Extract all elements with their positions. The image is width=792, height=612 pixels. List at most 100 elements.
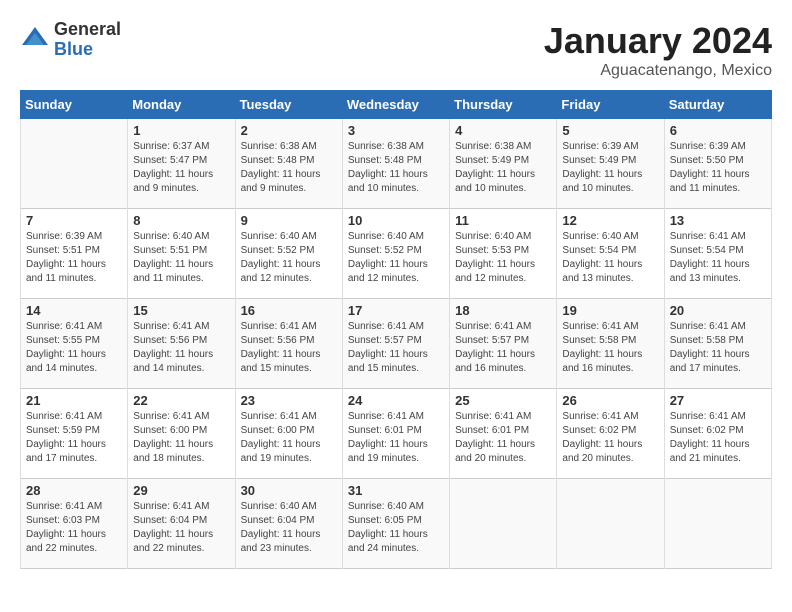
calendar-cell: 23Sunrise: 6:41 AMSunset: 6:00 PMDayligh… <box>235 389 342 479</box>
day-number: 13 <box>670 213 766 228</box>
weekday-header-row: SundayMondayTuesdayWednesdayThursdayFrid… <box>21 91 772 119</box>
day-number: 3 <box>348 123 444 138</box>
day-info: Sunrise: 6:41 AMSunset: 6:01 PMDaylight:… <box>348 410 444 466</box>
day-info: Sunrise: 6:40 AMSunset: 6:05 PMDaylight:… <box>348 500 444 556</box>
day-info: Sunrise: 6:41 AMSunset: 5:54 PMDaylight:… <box>670 230 766 286</box>
day-info: Sunrise: 6:37 AMSunset: 5:47 PMDaylight:… <box>133 140 229 196</box>
day-number: 9 <box>241 213 337 228</box>
calendar-cell: 22 Sunrise: 6:41 AMSunset: 6:00 PMDayligh… <box>128 389 235 479</box>
day-info: Sunrise: 6:41 AMSunset: 6:02 PMDaylight:… <box>562 410 658 466</box>
day-number: 26 <box>562 393 658 408</box>
calendar-cell: 7 Sunrise: 6:39 AMSunset: 5:51 PMDaylight… <box>21 209 128 299</box>
header-saturday: Saturday <box>664 91 771 119</box>
day-info: Sunrise: 6:38 AMSunset: 5:49 PMDaylight:… <box>455 140 551 196</box>
calendar-cell: 26 Sunrise: 6:41 AMSunset: 6:02 PMDayligh… <box>557 389 664 479</box>
calendar-cell <box>557 479 664 569</box>
calendar-week-row: 28Sunrise: 6:41 AMSunset: 6:03 PMDayligh… <box>21 479 772 569</box>
calendar-cell: 18 Sunrise: 6:41 AMSunset: 5:57 PMDayligh… <box>450 299 557 389</box>
calendar-week-row: 7 Sunrise: 6:39 AMSunset: 5:51 PMDaylight… <box>21 209 772 299</box>
day-info: Sunrise: 6:38 AMSunset: 5:48 PMDaylight:… <box>241 140 337 196</box>
title-block: January 2024 Aguacatenango, Mexico <box>544 20 772 80</box>
page-header: General Blue January 2024 Aguacatenango,… <box>20 20 772 80</box>
calendar-cell: 14 Sunrise: 6:41 AMSunset: 5:55 PMDayligh… <box>21 299 128 389</box>
day-number: 14 <box>26 303 122 318</box>
day-info: Sunrise: 6:41 AMSunset: 5:58 PMDaylight:… <box>562 320 658 376</box>
calendar-cell: 10 Sunrise: 6:40 AMSunset: 5:52 PMDayligh… <box>342 209 449 299</box>
day-number: 23 <box>241 393 337 408</box>
header-wednesday: Wednesday <box>342 91 449 119</box>
day-number: 30 <box>241 483 337 498</box>
day-info: Sunrise: 6:40 AMSunset: 6:04 PMDaylight:… <box>241 500 337 556</box>
day-info: Sunrise: 6:39 AMSunset: 5:51 PMDaylight:… <box>26 230 122 286</box>
day-number: 25 <box>455 393 551 408</box>
day-number: 7 <box>26 213 122 228</box>
day-number: 19 <box>562 303 658 318</box>
day-number: 22 <box>133 393 229 408</box>
day-number: 24 <box>348 393 444 408</box>
day-info: Sunrise: 6:40 AMSunset: 5:54 PMDaylight:… <box>562 230 658 286</box>
day-number: 20 <box>670 303 766 318</box>
calendar-cell: 20 Sunrise: 6:41 AMSunset: 5:58 PMDayligh… <box>664 299 771 389</box>
day-info: Sunrise: 6:41 AMSunset: 6:00 PMDaylight:… <box>133 410 229 466</box>
day-info: Sunrise: 6:40 AMSunset: 5:53 PMDaylight:… <box>455 230 551 286</box>
day-info: Sunrise: 6:41 AMSunset: 5:58 PMDaylight:… <box>670 320 766 376</box>
calendar-table: SundayMondayTuesdayWednesdayThursdayFrid… <box>20 90 772 569</box>
location: Aguacatenango, Mexico <box>544 62 772 80</box>
month-title: January 2024 <box>544 20 772 62</box>
calendar-cell: 17 Sunrise: 6:41 AMSunset: 5:57 PMDayligh… <box>342 299 449 389</box>
day-info: Sunrise: 6:41 AMSunset: 6:01 PMDaylight:… <box>455 410 551 466</box>
header-monday: Monday <box>128 91 235 119</box>
logo-blue: Blue <box>54 40 121 60</box>
calendar-cell: 29Sunrise: 6:41 AMSunset: 6:04 PMDayligh… <box>128 479 235 569</box>
calendar-cell: 6Sunrise: 6:39 AMSunset: 5:50 PMDaylight… <box>664 119 771 209</box>
day-info: Sunrise: 6:39 AMSunset: 5:49 PMDaylight:… <box>562 140 658 196</box>
header-sunday: Sunday <box>21 91 128 119</box>
day-number: 18 <box>455 303 551 318</box>
calendar-cell: 3 Sunrise: 6:38 AMSunset: 5:48 PMDaylight… <box>342 119 449 209</box>
day-info: Sunrise: 6:38 AMSunset: 5:48 PMDaylight:… <box>348 140 444 196</box>
header-tuesday: Tuesday <box>235 91 342 119</box>
day-number: 16 <box>241 303 337 318</box>
calendar-cell: 9Sunrise: 6:40 AMSunset: 5:52 PMDaylight… <box>235 209 342 299</box>
day-info: Sunrise: 6:41 AMSunset: 5:56 PMDaylight:… <box>241 320 337 376</box>
header-thursday: Thursday <box>450 91 557 119</box>
day-number: 1 <box>133 123 229 138</box>
day-number: 10 <box>348 213 444 228</box>
day-number: 29 <box>133 483 229 498</box>
calendar-cell: 12 Sunrise: 6:40 AMSunset: 5:54 PMDayligh… <box>557 209 664 299</box>
calendar-week-row: 1 Sunrise: 6:37 AMSunset: 5:47 PMDaylight… <box>21 119 772 209</box>
day-info: Sunrise: 6:41 AMSunset: 5:55 PMDaylight:… <box>26 320 122 376</box>
day-number: 27 <box>670 393 766 408</box>
day-number: 6 <box>670 123 766 138</box>
calendar-cell: 2Sunrise: 6:38 AMSunset: 5:48 PMDaylight… <box>235 119 342 209</box>
calendar-cell: 5Sunrise: 6:39 AMSunset: 5:49 PMDaylight… <box>557 119 664 209</box>
calendar-cell: 19 Sunrise: 6:41 AMSunset: 5:58 PMDayligh… <box>557 299 664 389</box>
calendar-cell: 13 Sunrise: 6:41 AMSunset: 5:54 PMDayligh… <box>664 209 771 299</box>
day-info: Sunrise: 6:40 AMSunset: 5:51 PMDaylight:… <box>133 230 229 286</box>
calendar-cell: 30 Sunrise: 6:40 AMSunset: 6:04 PMDayligh… <box>235 479 342 569</box>
day-info: Sunrise: 6:41 AMSunset: 5:57 PMDaylight:… <box>348 320 444 376</box>
day-info: Sunrise: 6:41 AMSunset: 6:02 PMDaylight:… <box>670 410 766 466</box>
calendar-cell <box>664 479 771 569</box>
calendar-cell <box>21 119 128 209</box>
calendar-week-row: 14 Sunrise: 6:41 AMSunset: 5:55 PMDayligh… <box>21 299 772 389</box>
logo-general: General <box>54 20 121 40</box>
day-number: 4 <box>455 123 551 138</box>
day-number: 12 <box>562 213 658 228</box>
calendar-cell: 27 Sunrise: 6:41 AMSunset: 6:02 PMDayligh… <box>664 389 771 479</box>
day-number: 15 <box>133 303 229 318</box>
calendar-cell: 8Sunrise: 6:40 AMSunset: 5:51 PMDaylight… <box>128 209 235 299</box>
calendar-cell: 11 Sunrise: 6:40 AMSunset: 5:53 PMDayligh… <box>450 209 557 299</box>
calendar-cell: 24 Sunrise: 6:41 AMSunset: 6:01 PMDayligh… <box>342 389 449 479</box>
day-number: 11 <box>455 213 551 228</box>
day-number: 31 <box>348 483 444 498</box>
logo-text: General Blue <box>54 20 121 60</box>
day-info: Sunrise: 6:40 AMSunset: 5:52 PMDaylight:… <box>348 230 444 286</box>
day-info: Sunrise: 6:41 AMSunset: 5:57 PMDaylight:… <box>455 320 551 376</box>
day-info: Sunrise: 6:41 AMSunset: 6:03 PMDaylight:… <box>26 500 122 556</box>
day-number: 17 <box>348 303 444 318</box>
calendar-cell: 25 Sunrise: 6:41 AMSunset: 6:01 PMDayligh… <box>450 389 557 479</box>
logo: General Blue <box>20 20 121 60</box>
calendar-cell: 4 Sunrise: 6:38 AMSunset: 5:49 PMDaylight… <box>450 119 557 209</box>
day-number: 21 <box>26 393 122 408</box>
